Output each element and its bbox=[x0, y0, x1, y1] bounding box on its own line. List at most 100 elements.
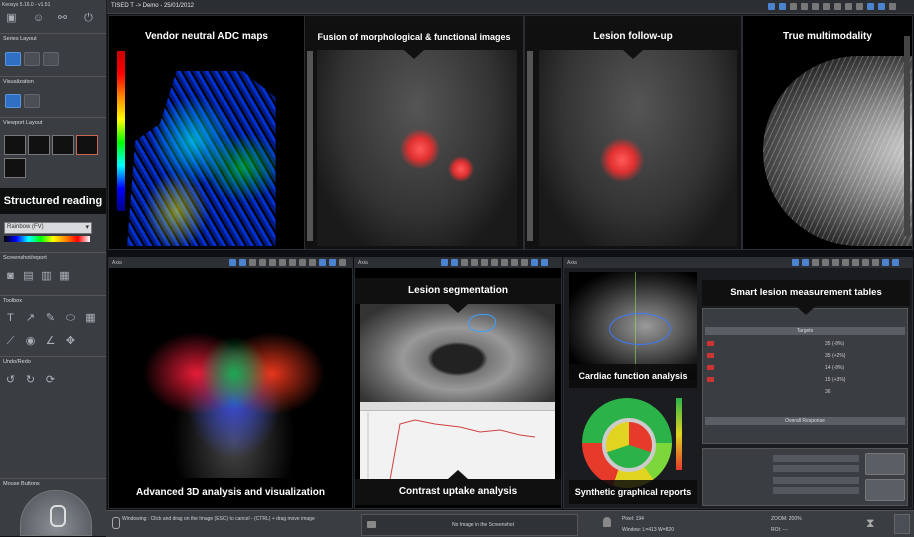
toolbar-icon[interactable] bbox=[511, 259, 518, 266]
toolbar-icon[interactable] bbox=[521, 259, 528, 266]
viewport-layout-3x3[interactable] bbox=[4, 158, 26, 178]
scrollbar[interactable] bbox=[904, 36, 910, 236]
toolbar-icon[interactable] bbox=[882, 259, 889, 266]
toolbar-icon[interactable] bbox=[239, 259, 246, 266]
home-icon[interactable]: ▣ bbox=[5, 12, 18, 25]
cardiac-viewport[interactable]: Axia Cardiac function analysis Synthetic… bbox=[563, 257, 913, 509]
export-icon[interactable]: ▦ bbox=[58, 270, 71, 283]
lesion-followup-viewport[interactable]: Lesion follow-up bbox=[524, 15, 742, 250]
3d-analysis-viewport[interactable]: Axia Advanced 3D analysis and visualizat… bbox=[108, 257, 353, 509]
print-icon[interactable]: ▥ bbox=[40, 270, 53, 283]
toolbar-icon[interactable] bbox=[872, 259, 879, 266]
visualization-2-button[interactable] bbox=[24, 94, 40, 108]
mouse-buttons-widget[interactable] bbox=[20, 490, 92, 536]
toolbar-icon[interactable] bbox=[249, 259, 256, 266]
toolbar-icon[interactable] bbox=[768, 3, 775, 10]
viewport-layout-2x2[interactable] bbox=[52, 135, 74, 155]
angle-tool-icon[interactable]: ∠ bbox=[44, 335, 57, 348]
link-icon[interactable]: ⚯ bbox=[56, 12, 69, 25]
toolbar-icon[interactable] bbox=[832, 259, 839, 266]
arrow-tool-icon[interactable]: ↗ bbox=[24, 312, 37, 325]
settings-icon[interactable] bbox=[894, 514, 910, 534]
series-layout-1-button[interactable] bbox=[5, 52, 21, 66]
toolbar-icon[interactable] bbox=[856, 3, 863, 10]
toolbar-icon[interactable] bbox=[339, 259, 346, 266]
toolbar-icon[interactable] bbox=[878, 3, 885, 10]
scrollbar[interactable] bbox=[307, 51, 313, 241]
toolbar-icon[interactable] bbox=[822, 259, 829, 266]
close-validate-button[interactable] bbox=[865, 453, 905, 475]
toolbar-icon[interactable] bbox=[867, 3, 874, 10]
toolbar-icon[interactable] bbox=[471, 259, 478, 266]
response-field[interactable] bbox=[773, 465, 859, 472]
toolbar-icon[interactable] bbox=[461, 259, 468, 266]
ellipse-tool-icon[interactable]: ⬭ bbox=[64, 312, 77, 325]
line-tool-icon[interactable]: ⟋ bbox=[4, 335, 17, 348]
toolbar-icon[interactable] bbox=[812, 259, 819, 266]
visualization-1-button[interactable] bbox=[5, 94, 21, 108]
fusion-viewport[interactable]: Fusion of morphological & functional ima… bbox=[304, 15, 524, 250]
toolbar-icon[interactable] bbox=[801, 3, 808, 10]
report-icon[interactable]: ▤ bbox=[22, 270, 35, 283]
redo-icon[interactable]: ↻ bbox=[24, 374, 37, 387]
roi-tool-icon[interactable]: ◉ bbox=[24, 335, 37, 348]
toolbar-icon[interactable] bbox=[889, 3, 896, 10]
colormap-select[interactable]: Rainbow (FV) ▾ bbox=[4, 222, 92, 234]
toolbar-icon[interactable] bbox=[823, 3, 830, 10]
toolbar-icon[interactable] bbox=[541, 259, 548, 266]
response-field[interactable] bbox=[773, 455, 859, 462]
move-tool-icon[interactable]: ✥ bbox=[64, 335, 77, 348]
toolbar-icon[interactable] bbox=[329, 259, 336, 266]
response-field[interactable] bbox=[773, 487, 859, 494]
toolbar-icon[interactable] bbox=[792, 259, 799, 266]
mammography-viewport[interactable]: True multimodality bbox=[742, 15, 913, 250]
toolbar-icon[interactable] bbox=[812, 3, 819, 10]
adc-map-viewport[interactable]: Vendor neutral ADC maps bbox=[108, 15, 305, 250]
scrollbar[interactable] bbox=[527, 51, 533, 241]
undo-icon[interactable]: ↺ bbox=[4, 374, 17, 387]
cancel-button[interactable] bbox=[865, 479, 905, 501]
toolbar-icon[interactable] bbox=[319, 259, 326, 266]
toolbar-icon[interactable] bbox=[289, 259, 296, 266]
tractography-image bbox=[139, 288, 329, 478]
toolbar-icon[interactable] bbox=[845, 3, 852, 10]
segmentation-viewport[interactable]: Axia Lesion segmentation Contrast uptake… bbox=[354, 257, 562, 509]
viewport-layout-1x1[interactable] bbox=[4, 135, 26, 155]
toolbar-icon[interactable] bbox=[269, 259, 276, 266]
toolbar-icon[interactable] bbox=[862, 259, 869, 266]
camera-icon[interactable]: ◙ bbox=[4, 270, 17, 283]
toolbar-icon[interactable] bbox=[834, 3, 841, 10]
toolbar-icon[interactable] bbox=[441, 259, 448, 266]
toolbar-icon[interactable] bbox=[481, 259, 488, 266]
toolbar-icon[interactable] bbox=[259, 259, 266, 266]
toolbar-icon[interactable] bbox=[892, 259, 899, 266]
series-layout-3-button[interactable] bbox=[43, 52, 59, 66]
toolbar-icon[interactable] bbox=[491, 259, 498, 266]
toolbar-icon[interactable] bbox=[299, 259, 306, 266]
toolbar-icon[interactable] bbox=[779, 3, 786, 10]
viewport-layout-custom[interactable] bbox=[76, 135, 98, 155]
toolbar-icon[interactable] bbox=[790, 3, 797, 10]
viewport-layout-1x2[interactable] bbox=[28, 135, 50, 155]
reset-icon[interactable]: ⟳ bbox=[44, 374, 57, 387]
users-icon[interactable]: ☺ bbox=[32, 12, 45, 25]
viewport-header: Axia bbox=[564, 258, 912, 268]
grid-tool-icon[interactable]: ▦ bbox=[84, 312, 97, 325]
toolbar-icon[interactable] bbox=[802, 259, 809, 266]
toolbar-icon[interactable] bbox=[279, 259, 286, 266]
text-tool-icon[interactable]: T bbox=[4, 312, 17, 325]
colormap-value: Rainbow (FV) bbox=[7, 224, 44, 230]
toolbar-icon[interactable] bbox=[501, 259, 508, 266]
mouse-buttons-label: Mouse Buttons bbox=[3, 481, 40, 487]
toolbar-icon[interactable] bbox=[309, 259, 316, 266]
toolbar-icon[interactable] bbox=[842, 259, 849, 266]
power-icon[interactable]: ⏻ bbox=[82, 12, 95, 25]
toolbar-icon[interactable] bbox=[451, 259, 458, 266]
toolbar-icon[interactable] bbox=[852, 259, 859, 266]
response-field[interactable] bbox=[773, 477, 859, 484]
series-layout-2-button[interactable] bbox=[24, 52, 40, 66]
toolbar-icon[interactable] bbox=[531, 259, 538, 266]
top-bar: TISED T -> Demo - 25/01/2012 bbox=[106, 0, 914, 14]
toolbar-icon[interactable] bbox=[229, 259, 236, 266]
pen-tool-icon[interactable]: ✎ bbox=[44, 312, 57, 325]
